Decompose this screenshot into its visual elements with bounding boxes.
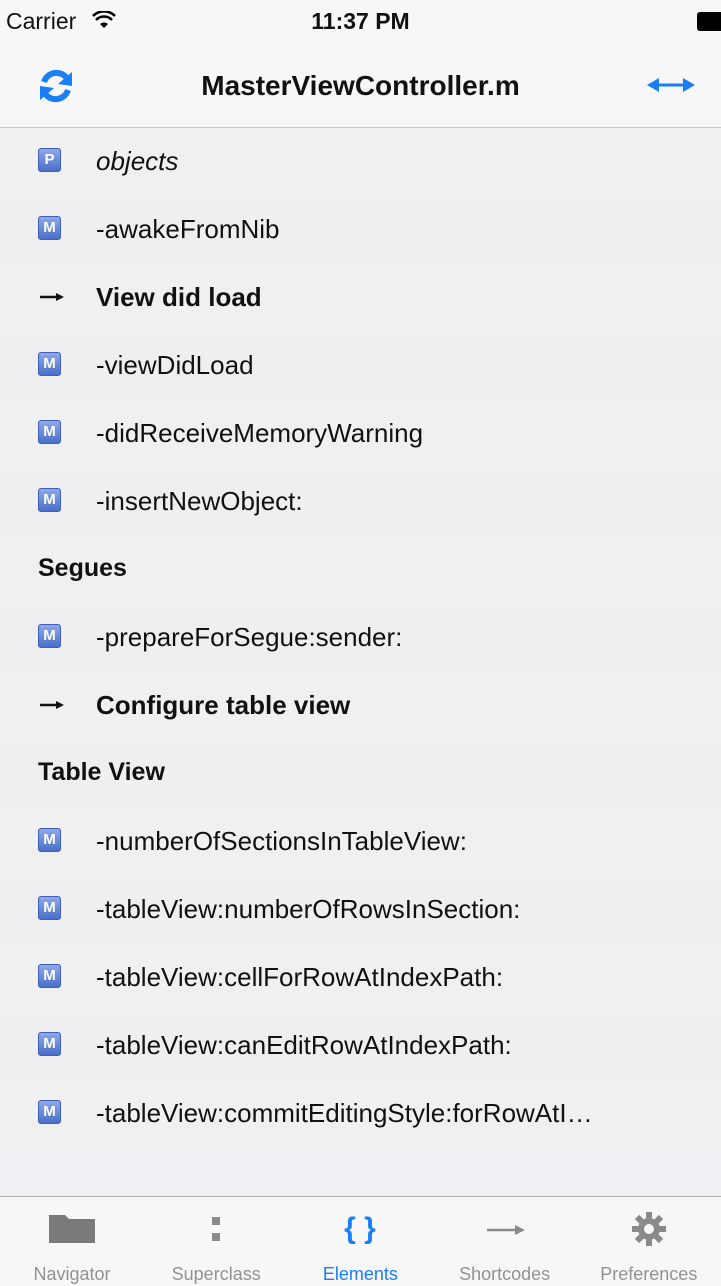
list-item[interactable]: Configure table view <box>0 673 721 741</box>
list-item[interactable]: M -prepareForSegue:sender: <box>0 605 721 673</box>
list-item[interactable]: M -insertNewObject: <box>0 469 721 537</box>
list-item-label: -viewDidLoad <box>96 350 254 380</box>
status-time: 11:37 PM <box>311 8 410 34</box>
gear-icon <box>631 1211 667 1252</box>
property-badge-icon: P <box>38 148 61 172</box>
braces-icon: { } <box>338 1211 382 1250</box>
list-item[interactable]: M -tableView:numberOfRowsInSection: <box>0 877 721 945</box>
method-badge-icon: M <box>38 1032 61 1056</box>
method-badge-icon: M <box>38 896 61 920</box>
list-item-label: Configure table view <box>96 690 351 720</box>
list-item[interactable]: M -tableView:canEditRowAtIndexPath: <box>0 1013 721 1081</box>
list-item-label: -insertNewObject: <box>96 486 303 516</box>
list-item[interactable]: M -didReceiveMemoryWarning <box>0 401 721 469</box>
list-item[interactable]: M -tableView:cellForRowAtIndexPath: <box>0 945 721 1013</box>
tab-elements[interactable]: { } Elements <box>288 1197 432 1286</box>
elements-list: Pobjects M -awakeFromNib View did load M -vie… <box>0 129 721 1149</box>
method-badge-icon: M <box>38 1100 61 1124</box>
list-item-label: -tableView:numberOfRowsInSection: <box>96 894 521 924</box>
method-badge-icon: M <box>38 488 61 512</box>
list-item-label: -tableView:commitEditingStyle:forRowAtI… <box>96 1098 593 1128</box>
section-header: Table View <box>0 741 721 809</box>
navigation-bar: MasterViewController.m <box>0 40 721 128</box>
method-badge-icon: M <box>38 964 61 988</box>
tab-preferences[interactable]: Preferences <box>577 1197 721 1286</box>
status-bar: Carrier 11:37 PM <box>0 0 721 40</box>
svg-text:{ }: { } <box>345 1212 377 1245</box>
list-item-label: -awakeFromNib <box>96 214 280 244</box>
tab-label: Shortcodes <box>459 1264 551 1284</box>
list-item-label: -tableView:canEditRowAtIndexPath: <box>96 1030 512 1060</box>
tab-navigator[interactable]: Navigator <box>0 1197 144 1286</box>
list-item-label: objects <box>96 146 179 176</box>
list-item[interactable]: M -numberOfSectionsInTableView: <box>0 809 721 877</box>
list-item-label: View did load <box>96 282 262 312</box>
list-item-label: Table View <box>38 758 165 786</box>
list-item[interactable]: View did load <box>0 265 721 333</box>
method-badge-icon: M <box>38 216 61 240</box>
swap-button[interactable] <box>645 70 697 100</box>
tab-label: Preferences <box>600 1264 698 1284</box>
tab-superclass[interactable]: Superclass <box>144 1197 288 1286</box>
pragma-arrow-icon <box>40 293 64 301</box>
tab-label: Navigator <box>33 1264 111 1284</box>
method-badge-icon: M <box>38 828 61 852</box>
section-header: Segues <box>0 537 721 605</box>
list-item[interactable]: M -viewDidLoad <box>0 333 721 401</box>
page-title: MasterViewController.m <box>201 70 520 101</box>
battery-icon <box>697 12 721 31</box>
arrow-right-icon <box>483 1211 527 1250</box>
tab-shortcodes[interactable]: Shortcodes <box>433 1197 577 1286</box>
tab-label: Superclass <box>171 1264 261 1284</box>
swap-arrows-icon <box>647 78 695 92</box>
list-item-label: -prepareForSegue:sender: <box>96 622 403 652</box>
tab-bar: Navigator Superclass { } Elements Shortcodes… <box>0 1196 721 1286</box>
list-item[interactable]: Pobjects <box>0 129 721 197</box>
method-badge-icon: M <box>38 420 61 444</box>
pragma-arrow-icon <box>40 701 64 709</box>
method-badge-icon: M <box>38 624 61 648</box>
list-item[interactable]: M -awakeFromNib <box>0 197 721 265</box>
list-item-label: -tableView:cellForRowAtIndexPath: <box>96 962 504 992</box>
tab-label: Elements <box>322 1264 398 1284</box>
list-item[interactable]: M -tableView:commitEditingStyle:forRowAtI… <box>0 1081 721 1149</box>
folder-icon <box>47 1211 97 1250</box>
colon-icon <box>209 1211 223 1250</box>
list-item-label: -didReceiveMemoryWarning <box>96 418 424 448</box>
list-item-label: -numberOfSectionsInTableView: <box>96 826 467 856</box>
method-badge-icon: M <box>38 352 61 376</box>
list-item-label: Segues <box>38 554 127 582</box>
